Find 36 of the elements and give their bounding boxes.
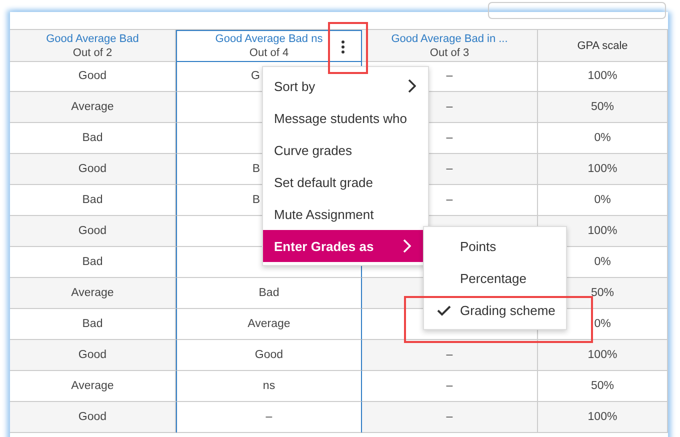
column-header[interactable]: GPA scale <box>538 30 668 62</box>
table-cell: Good <box>10 340 176 371</box>
kebab-icon <box>341 40 345 54</box>
table-cell: Good <box>176 340 362 371</box>
table-cell: – <box>362 340 538 371</box>
table-cell: Average <box>10 92 176 123</box>
menu-item-label: Sort by <box>274 78 316 94</box>
submenu-item-label: Points <box>460 238 496 254</box>
submenu-item-label: Percentage <box>460 270 526 286</box>
table-cell: 100% <box>538 340 668 371</box>
table-cell: ns <box>176 371 362 402</box>
table-cell: Average <box>10 278 176 309</box>
table-cell: 100% <box>538 154 668 185</box>
table-cell: Average <box>176 309 362 340</box>
highlight-frame <box>328 22 368 74</box>
column-header[interactable]: Good Average Bad ns Out of 4 <box>176 30 362 62</box>
table-cell: – <box>176 402 362 433</box>
table-cell: 100% <box>538 402 668 433</box>
column-title[interactable]: Good Average Bad in ... <box>391 32 508 44</box>
menu-item-label: Enter Grades as <box>274 238 374 254</box>
table-cell: Good <box>10 154 176 185</box>
search-field[interactable] <box>488 2 666 19</box>
table-cell: Good <box>10 402 176 433</box>
points-possible: Out of 2 <box>72 46 112 58</box>
column-title: GPA scale <box>577 40 628 52</box>
table-cell: Bad <box>176 278 362 309</box>
column-header[interactable]: Good Average Bad Out of 2 <box>10 30 176 62</box>
menu-item[interactable]: Enter Grades as <box>263 230 423 262</box>
column-header[interactable]: Good Average Bad in ... Out of 3 <box>362 30 538 62</box>
table-cell: Good <box>10 216 176 247</box>
column-title[interactable]: Good Average Bad <box>46 32 139 44</box>
table-cell: – <box>362 402 538 433</box>
column-title[interactable]: Good Average Bad ns <box>215 33 323 45</box>
points-possible: Out of 3 <box>430 46 470 58</box>
points-possible: Out of 4 <box>249 47 289 59</box>
table-cell: 50% <box>538 92 668 123</box>
